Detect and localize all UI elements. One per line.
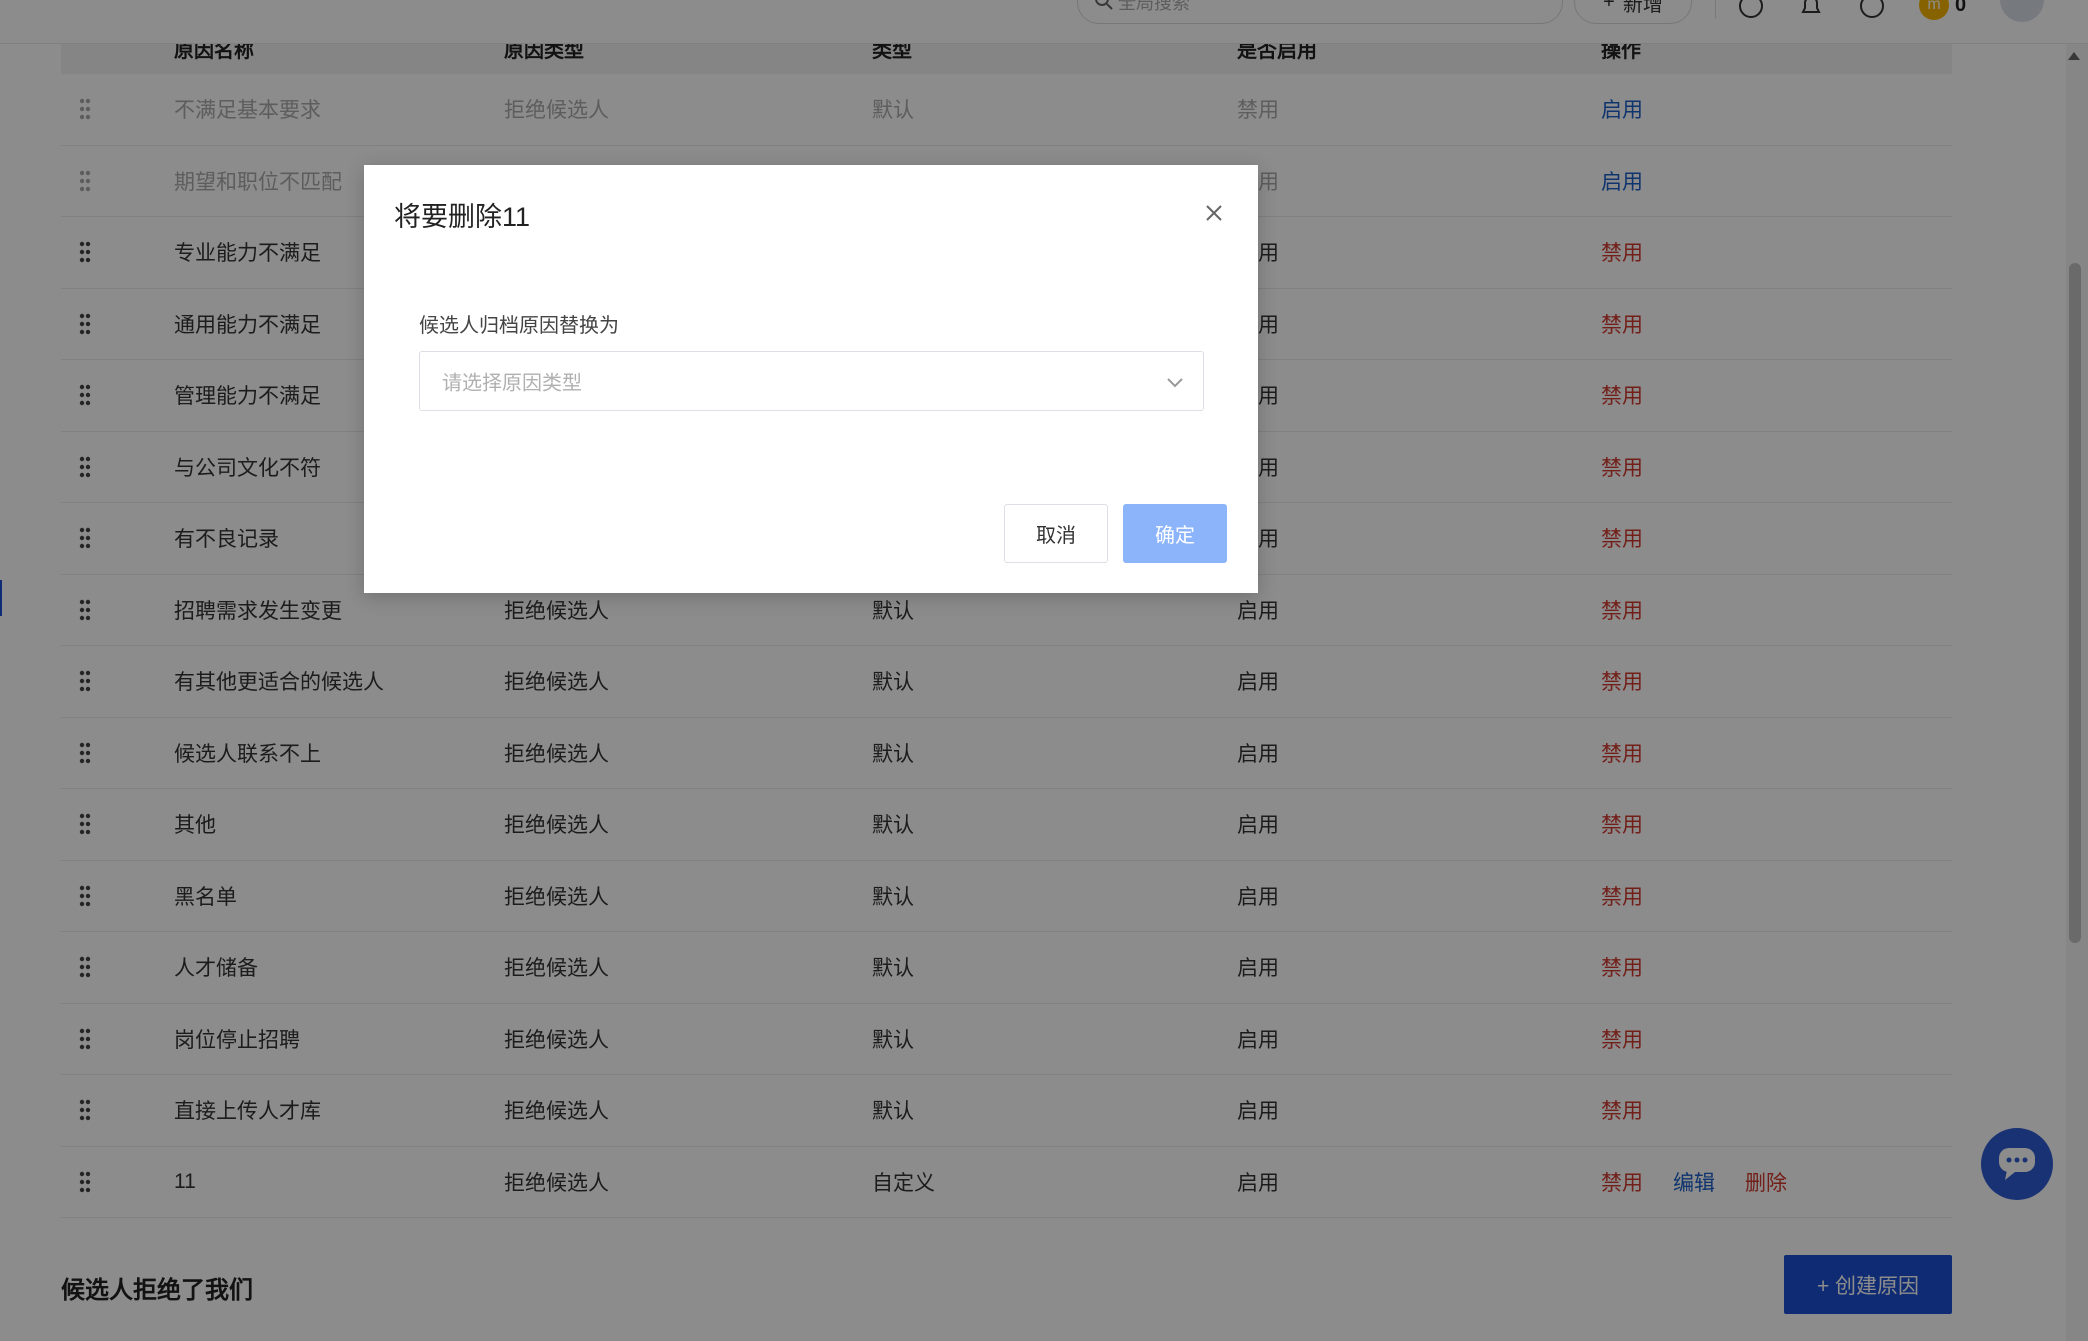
field-label: 候选人归档原因替换为	[419, 315, 619, 337]
select-placeholder: 请选择原因类型	[442, 372, 582, 395]
confirm-button[interactable]: 确定	[1123, 504, 1227, 563]
reason-type-select[interactable]: 请选择原因类型	[419, 351, 1204, 411]
delete-dialog: 将要删除11 候选人归档原因替换为 请选择原因类型 取消 确定	[364, 165, 1258, 593]
close-icon[interactable]	[1204, 203, 1224, 223]
cancel-button[interactable]: 取消	[1004, 504, 1108, 563]
chevron-down-icon	[1167, 378, 1183, 388]
dialog-title: 将要删除11	[394, 202, 531, 232]
